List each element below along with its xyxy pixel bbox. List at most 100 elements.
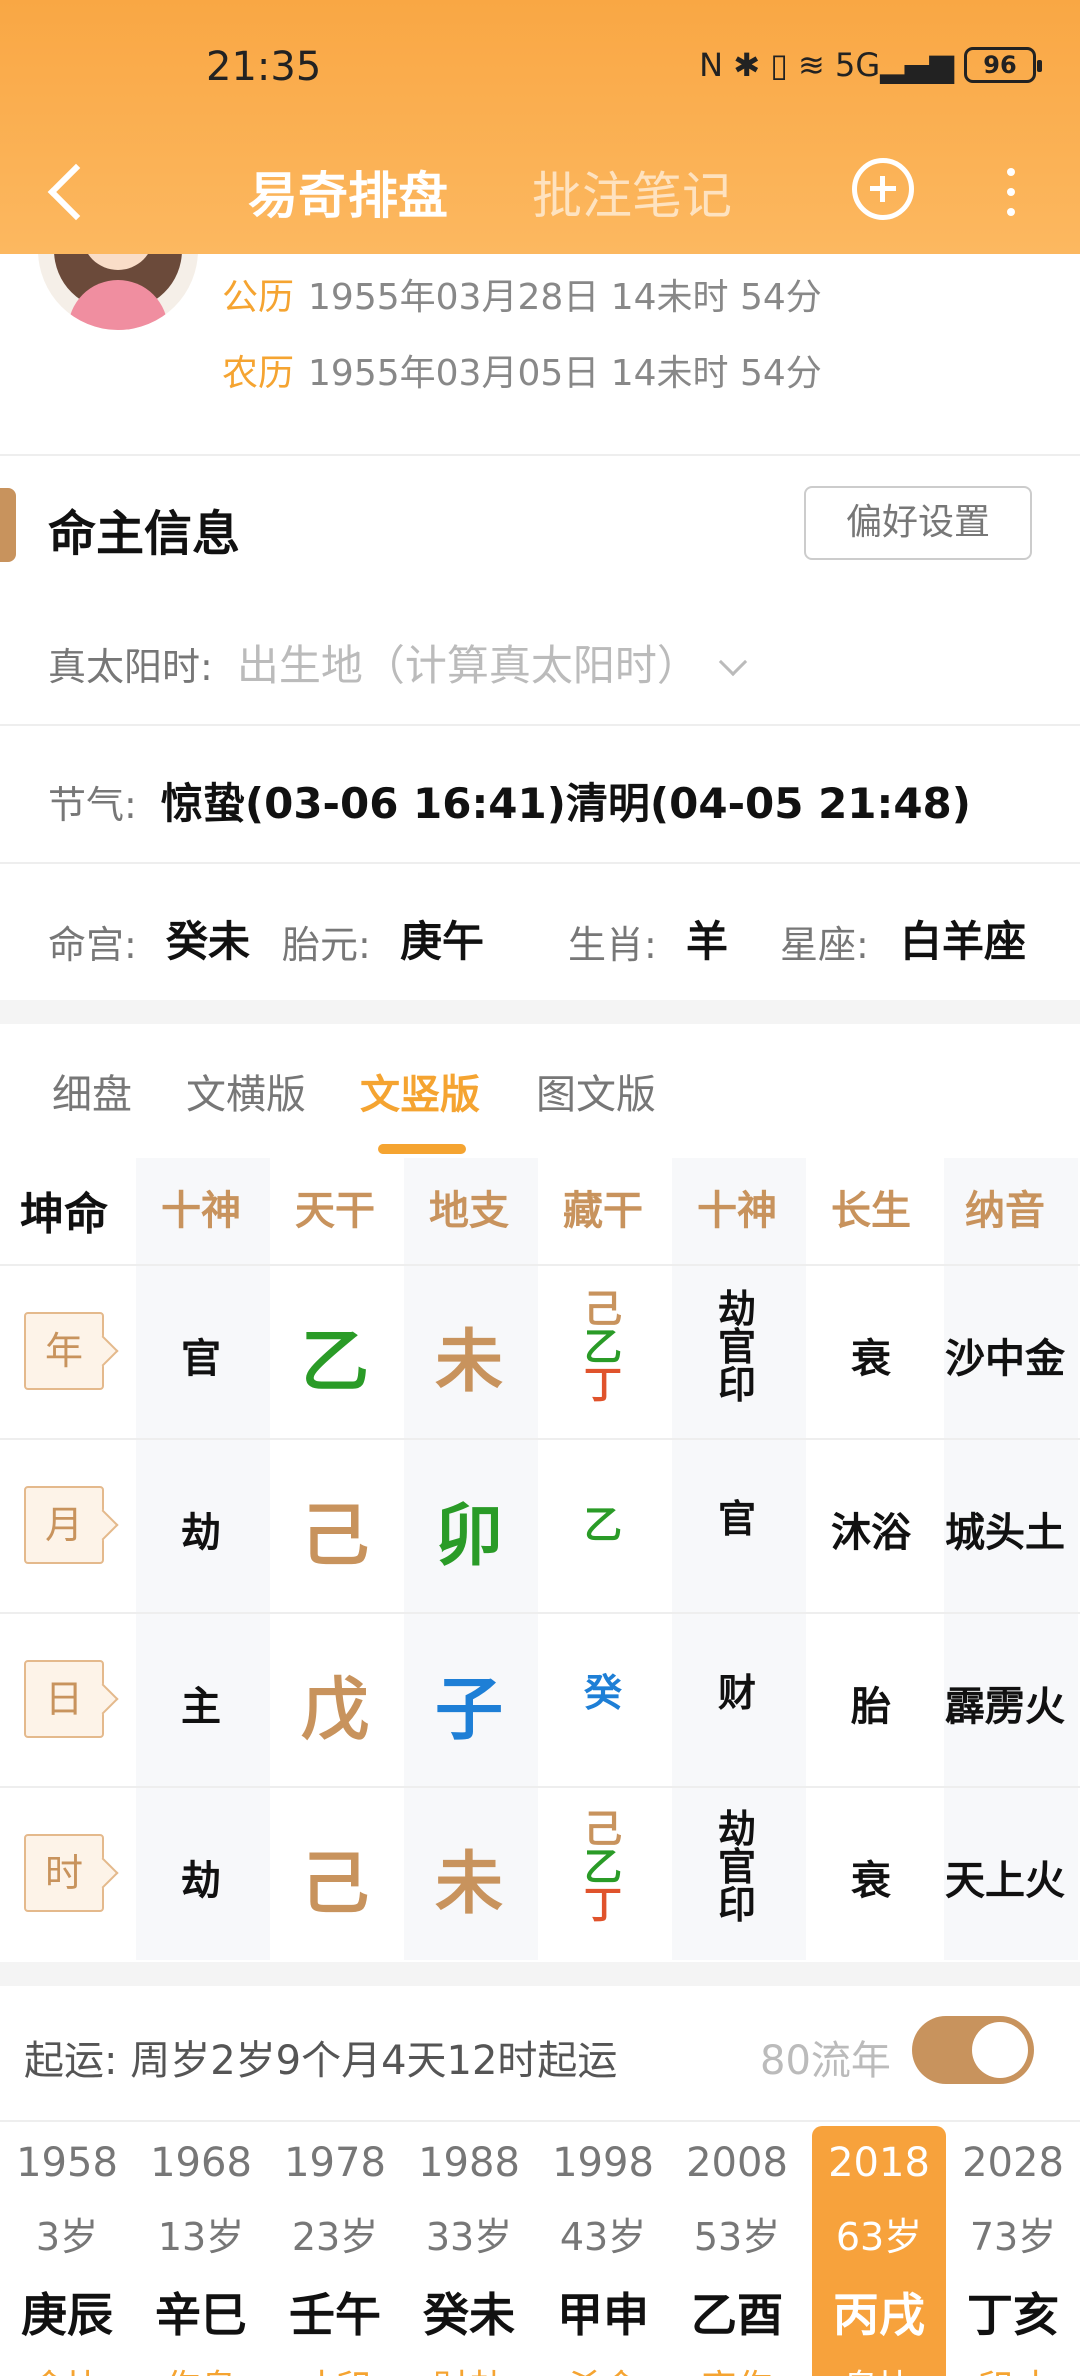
shishen-cell: 主 [181, 1684, 221, 1730]
more-vertical-icon[interactable] [1004, 162, 1018, 222]
add-circle-icon[interactable] [852, 158, 914, 220]
dayun-shishen: 杀食 [536, 2359, 670, 2376]
canggan-char: 己 [583, 1807, 622, 1851]
minggong-label: 命宫: [48, 923, 137, 967]
shishen2-char: 劫 [717, 1287, 756, 1331]
subtab-wenshuban[interactable]: 文竖版 [360, 1062, 480, 1120]
active-subtab-indicator [378, 1144, 466, 1154]
dayun-item[interactable]: 1988 33岁 癸未 财劫 [402, 2126, 536, 2376]
header-nayin: 纳音 [965, 1188, 1045, 1234]
dayun-ganzhi: 庚辰 [21, 2288, 113, 2342]
status-time: 21:35 [206, 44, 322, 90]
taiyuan-value: 庚午 [400, 917, 485, 966]
canggan-char: 己 [583, 1287, 622, 1331]
header-shishen-2: 十神 [697, 1188, 777, 1234]
dayun-ganzhi: 癸未 [423, 2288, 515, 2342]
header-dizhi: 地支 [429, 1188, 509, 1234]
signal-icons: N ✱ ▯ ≋ 5G▂▄▆ [699, 46, 954, 84]
minggong-value: 癸未 [166, 917, 251, 966]
solar-value: 1955年03月28日 14未时 54分 [308, 277, 822, 318]
dayun-age: 33岁 [425, 2215, 513, 2259]
dayun-item[interactable]: 1958 3岁 庚辰 食比 [0, 2126, 134, 2376]
pillar-tag-hour: 时 [24, 1834, 104, 1912]
dayun-item[interactable]: 1978 23岁 壬午 才印 [268, 2126, 402, 2376]
jieqi-label: 节气: [48, 783, 137, 827]
shishen2-cell: 官 [670, 1500, 804, 1538]
birthplace-select[interactable]: 出生地（计算真太阳时） [237, 641, 699, 690]
battery-icon: 96 [964, 47, 1042, 83]
column-bg [136, 1158, 270, 1960]
canggan-char: 癸 [583, 1671, 622, 1715]
row-divider [0, 1612, 1080, 1614]
nayin-cell: 天上火 [945, 1858, 1065, 1904]
dayun-age: 3岁 [35, 2215, 99, 2259]
pillar-tag-year: 年 [24, 1312, 104, 1390]
dizhi-cell: 未 [434, 1845, 503, 1924]
row-divider [0, 1786, 1080, 1788]
header-changsheng: 长生 [831, 1188, 911, 1234]
dayun-age: 23岁 [291, 2215, 379, 2259]
shishen2-char: 印 [717, 1363, 756, 1407]
xingzuo-label: 星座: [780, 923, 869, 967]
section-gap [0, 1962, 1080, 1986]
xingzuo-value: 白羊座 [900, 917, 1027, 966]
dayun-year: 2018 [828, 2140, 930, 2186]
chevron-down-icon[interactable] [718, 647, 748, 677]
header-canggan: 藏干 [563, 1188, 643, 1234]
shishen-cell: 劫 [181, 1510, 221, 1556]
chart-corner-label: 坤命 [20, 1189, 108, 1240]
dayun-ganzhi: 丙戌 [833, 2288, 925, 2342]
dayun-year: 1998 [552, 2140, 654, 2186]
liunian-label: 80流年 [760, 2038, 891, 2084]
subtab-wenhengban[interactable]: 文横版 [186, 1062, 306, 1120]
dayun-age: 53岁 [693, 2215, 781, 2259]
shishen2-char: 官 [717, 1325, 756, 1369]
lunar-label: 农历 [222, 353, 295, 394]
status-icons: N ✱ ▯ ≋ 5G▂▄▆ 96 [699, 46, 1042, 84]
dayun-age: 13岁 [157, 2215, 245, 2259]
subtab-xipan[interactable]: 细盘 [52, 1062, 132, 1120]
shishen-cell: 劫 [181, 1858, 221, 1904]
liunian-toggle[interactable] [912, 2016, 1034, 2084]
divider [0, 724, 1080, 726]
changsheng-cell: 沐浴 [831, 1510, 911, 1556]
taiyuan-label: 胎元: [282, 923, 371, 967]
changsheng-cell: 衰 [851, 1858, 891, 1904]
tiangan-cell: 乙 [300, 1323, 369, 1402]
nav-bar: 易奇排盘 批注笔记 [0, 140, 1080, 254]
divider [0, 862, 1080, 864]
back-arrow-icon[interactable] [40, 158, 100, 228]
dayun-item-active[interactable]: 2018 63岁 丙戌 枭比 [812, 2126, 946, 2376]
dayun-item[interactable]: 1968 13岁 辛巳 伤枭 [134, 2126, 268, 2376]
lunar-value: 1955年03月05日 14未时 54分 [308, 353, 822, 394]
shishen2-cell: 财 [670, 1674, 804, 1712]
changsheng-cell: 胎 [851, 1684, 891, 1730]
dizhi-cell: 子 [434, 1671, 503, 1750]
shishen2-cell: 劫 官 印 [670, 1290, 804, 1404]
canggan-char: 乙 [583, 1503, 622, 1547]
section-gap [0, 1000, 1080, 1024]
dayun-year: 1958 [16, 2140, 118, 2186]
dayun-shishen: 官伤 [670, 2359, 804, 2376]
tab-yiqi-paipan[interactable]: 易奇排盘 [248, 156, 448, 228]
dayun-ganzhi: 壬午 [289, 2288, 381, 2342]
canggan-cell: 己 乙 丁 [536, 1290, 670, 1404]
true-sun-time-row[interactable]: 真太阳时: 出生地（计算真太阳时） [48, 632, 748, 693]
dayun-year: 1988 [418, 2140, 520, 2186]
dayun-item[interactable]: 2028 73岁 丁亥 印才 [946, 2126, 1080, 2376]
tab-pizhu-biji[interactable]: 批注笔记 [532, 156, 732, 228]
nayin-cell: 霹雳火 [945, 1684, 1065, 1730]
subtab-tuwenban[interactable]: 图文版 [536, 1062, 656, 1120]
dizhi-cell: 卯 [434, 1497, 503, 1576]
dayun-ganzhi: 辛巳 [155, 2288, 247, 2342]
dayun-ganzhi: 乙酉 [691, 2288, 783, 2342]
dayun-item[interactable]: 2008 53岁 乙酉 官伤 [670, 2126, 804, 2376]
dayun-item[interactable]: 1998 43岁 甲申 杀食 [536, 2126, 670, 2376]
minggong-row: 命宫: 癸未 胎元: 庚午 生肖: 羊 星座: 白羊座 [48, 908, 1080, 968]
status-bar: 21:35 N ✱ ▯ ≋ 5G▂▄▆ 96 [0, 0, 1080, 140]
dayun-age: 43岁 [559, 2215, 647, 2259]
dayun-ganzhi: 甲申 [557, 2288, 649, 2342]
dayun-year: 1968 [150, 2140, 252, 2186]
preference-settings-button[interactable]: 偏好设置 [804, 486, 1032, 560]
shengxiao-value: 羊 [686, 917, 729, 966]
